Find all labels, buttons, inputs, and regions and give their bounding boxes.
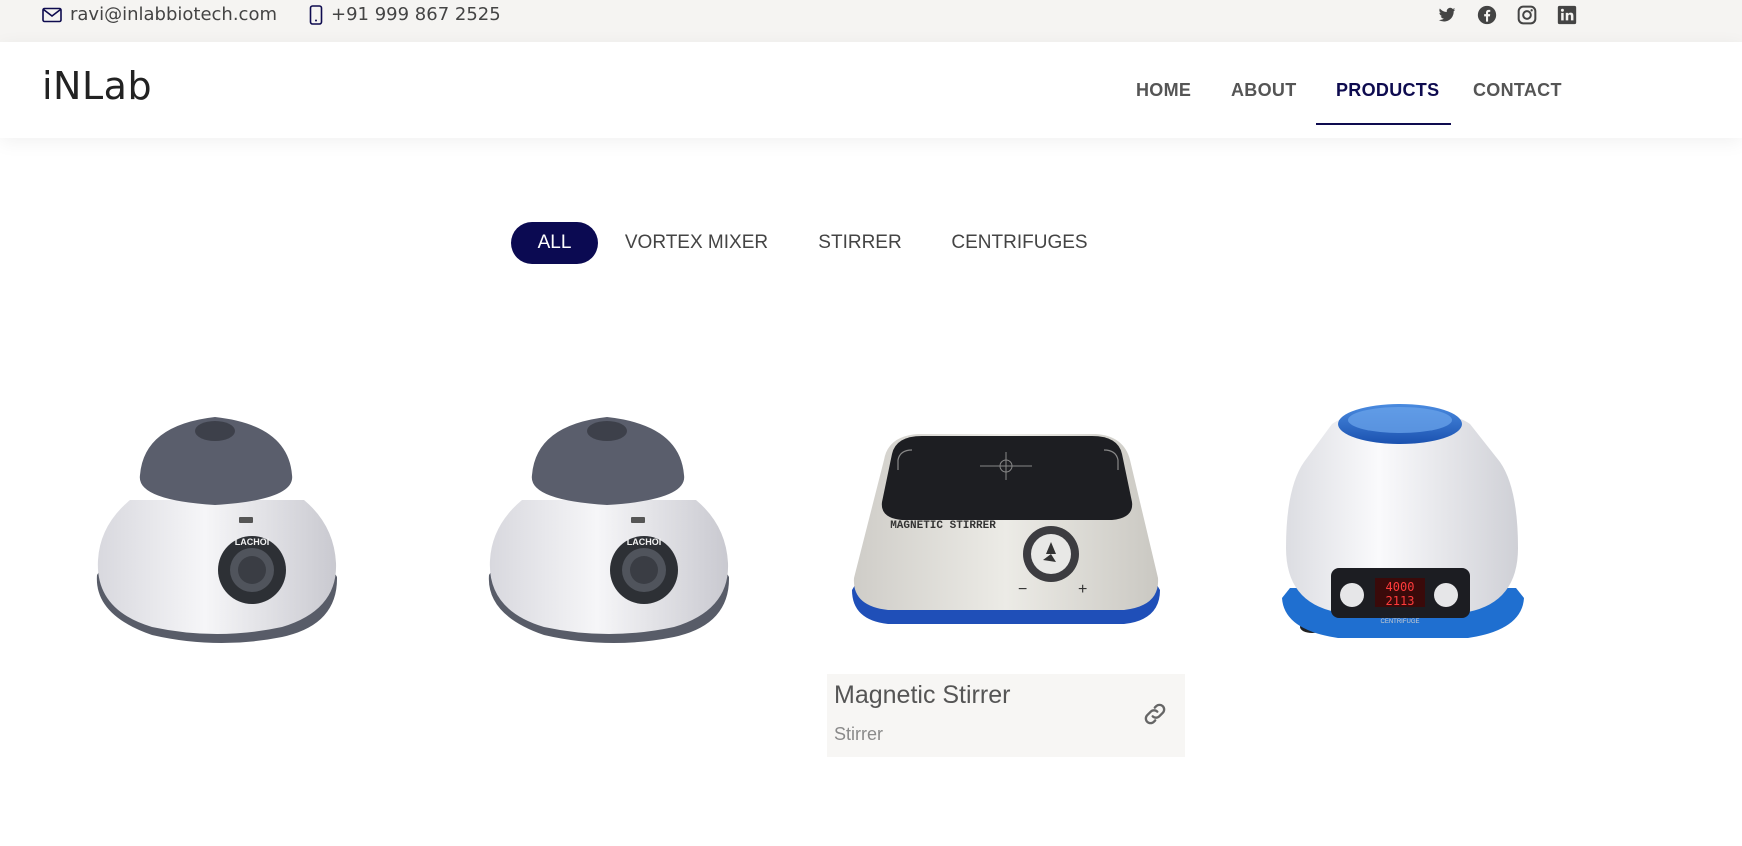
facebook-icon[interactable] [1475,2,1499,28]
product-caption-card[interactable]: Magnetic Stirrer Stirrer [827,674,1185,757]
centrifuge-display-top: 4000 [1386,580,1415,594]
filter-vortex-mixer[interactable]: VORTEX MIXER [620,222,773,264]
centrifuge-image[interactable]: 4000 2113 CENTRIFUGE [1278,398,1528,650]
linkedin-icon[interactable] [1555,2,1579,28]
vortex-brand-text: LACHOI [627,537,662,547]
contact-email[interactable]: ravi@inlabbiotech.com [42,0,277,29]
filter-stirrer[interactable]: STIRRER [812,222,908,264]
nav-active-underline [1316,123,1451,125]
product-title: Magnetic Stirrer [834,681,1011,709]
svg-text:+: + [1078,581,1087,598]
nav-home[interactable]: HOME [1136,42,1191,138]
phone-text: +91 999 867 2525 [331,4,501,25]
svg-text:−: − [1018,581,1027,598]
stirrer-device-text: MAGNETIC STIRRER [890,520,996,532]
filter-all[interactable]: ALL [511,222,598,264]
site-logo[interactable]: iNLab [42,64,152,108]
twitter-icon[interactable] [1435,2,1459,28]
centrifuge-device-text: CENTRIFUGE [1381,619,1420,625]
link-icon[interactable] [1141,700,1169,728]
site-header: iNLab HOME ABOUT PRODUCTS CONTACT [0,42,1742,138]
centrifuge-display-bottom: 2113 [1386,594,1415,608]
envelope-icon [42,7,62,22]
magnetic-stirrer-image[interactable]: MAGNETIC STIRRER − + [848,430,1164,626]
mobile-phone-icon [309,4,323,25]
nav-contact[interactable]: CONTACT [1473,42,1562,138]
vortex-mixer-image[interactable]: LACHOI [92,405,342,645]
nav-about[interactable]: ABOUT [1231,42,1297,138]
filter-centrifuges[interactable]: CENTRIFUGES [948,222,1091,264]
vortex-brand-text: LACHOI [235,537,270,547]
contact-phone[interactable]: +91 999 867 2525 [309,0,501,29]
vortex-mixer-image[interactable]: LACHOI [484,405,734,645]
top-bar: ravi@inlabbiotech.com +91 999 867 2525 [0,0,1742,42]
instagram-icon[interactable] [1515,2,1539,28]
product-category: Stirrer [834,724,883,744]
email-text: ravi@inlabbiotech.com [70,4,277,25]
